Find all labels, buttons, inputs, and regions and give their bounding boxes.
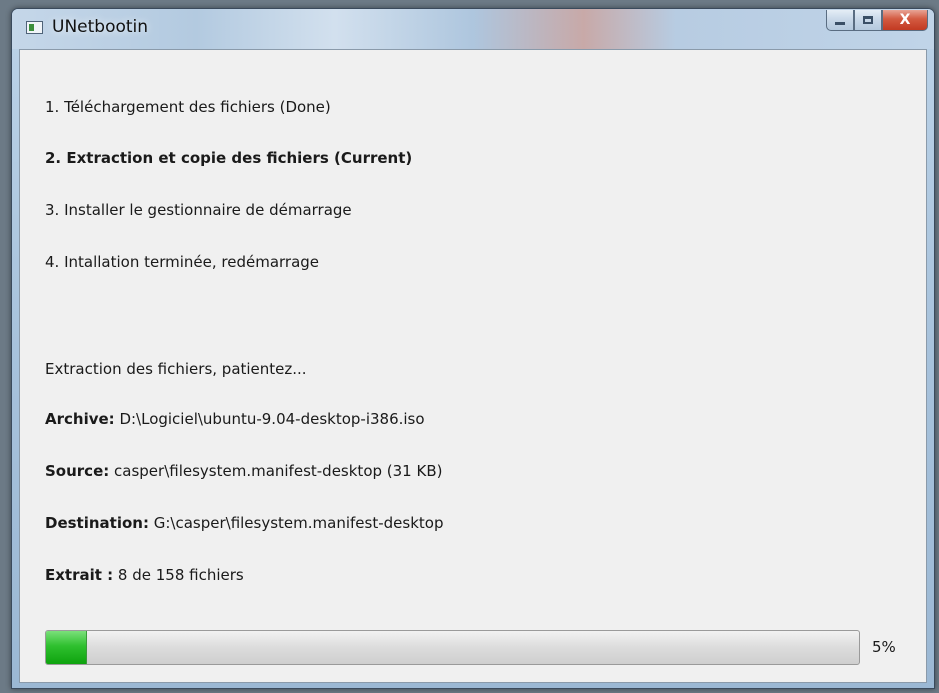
destination-label: Destination: xyxy=(45,514,149,532)
step-download: 1. Téléchargement des fichiers (Done) xyxy=(45,98,331,116)
window-title: UNetbootin xyxy=(52,17,149,37)
source-value: casper\filesystem.manifest-desktop (31 K… xyxy=(109,462,443,480)
close-button[interactable]: X xyxy=(882,10,928,31)
client-area: 1. Téléchargement des fichiers (Done) 2.… xyxy=(19,49,927,683)
source-line: Source: casper\filesystem.manifest-deskt… xyxy=(45,462,442,480)
minimize-icon xyxy=(835,21,845,25)
step-extraction-current: 2. Extraction et copie des fichiers (Cur… xyxy=(45,149,413,167)
source-label: Source: xyxy=(45,462,110,480)
progress-bar-fill xyxy=(46,631,87,664)
app-icon xyxy=(26,21,43,34)
title-bar[interactable]: UNetbootin X xyxy=(12,9,934,49)
step-bootloader: 3. Installer le gestionnaire de démarrag… xyxy=(45,201,352,219)
destination-line: Destination: G:\casper\filesystem.manife… xyxy=(45,514,443,532)
extracted-line: Extrait : 8 de 158 fichiers xyxy=(45,566,244,584)
archive-line: Archive: D:\Logiciel\ubuntu-9.04-desktop… xyxy=(45,410,425,428)
minimize-button[interactable] xyxy=(826,10,854,31)
archive-value: D:\Logiciel\ubuntu-9.04-desktop-i386.iso xyxy=(114,410,425,428)
close-icon: X xyxy=(899,12,911,28)
destination-value: G:\casper\filesystem.manifest-desktop xyxy=(148,514,444,532)
maximize-button[interactable] xyxy=(854,10,882,31)
caption-buttons: X xyxy=(826,10,928,31)
status-message: Extraction des fichiers, patientez... xyxy=(45,360,307,378)
archive-label: Archive: xyxy=(45,410,115,428)
maximize-icon xyxy=(863,16,873,24)
extracted-label: Extrait : xyxy=(45,566,114,584)
progress-percent: 5% xyxy=(872,638,896,656)
progress-bar xyxy=(45,630,860,665)
extracted-value: 8 de 158 fichiers xyxy=(113,566,244,584)
step-finish-reboot: 4. Intallation terminée, redémarrage xyxy=(45,253,320,271)
unetbootin-window: UNetbootin X 1. Téléchargement des fichi… xyxy=(11,8,935,689)
